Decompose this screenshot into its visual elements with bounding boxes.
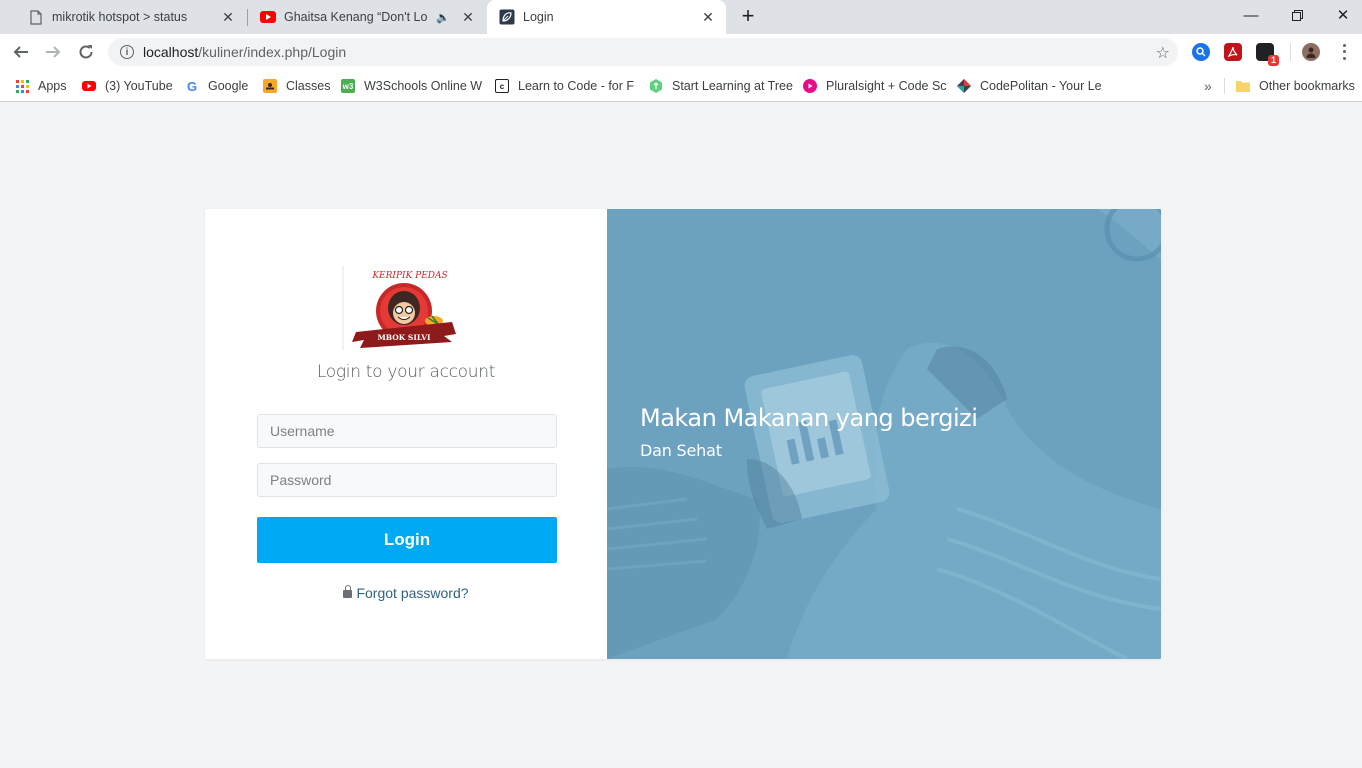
bookmark-label: Start Learning at Tree <box>672 79 793 93</box>
bookmark-label: Other bookmarks <box>1259 79 1355 93</box>
tab-title: Ghaitsa Kenang “Don't Look <box>284 10 429 24</box>
forgot-password-label: Forgot password? <box>356 585 469 601</box>
bookmark-w3schools[interactable]: w3 W3Schools Online W <box>341 77 482 95</box>
hero-background-image <box>607 209 1161 659</box>
document-icon <box>28 9 44 25</box>
bookmark-label: W3Schools Online W <box>364 79 483 93</box>
login-button[interactable]: Login <box>257 517 557 563</box>
bookmark-freecodecamp[interactable]: c Learn to Code - for F <box>495 77 634 95</box>
google-icon: G <box>186 78 198 94</box>
bookmark-google[interactable]: G Google <box>185 77 248 95</box>
bookmark-pluralsight[interactable]: Pluralsight + Code Sc <box>803 77 947 95</box>
bookmark-label: (3) YouTube <box>105 79 173 93</box>
lock-icon <box>343 585 353 598</box>
bookmark-youtube[interactable]: (3) YouTube <box>82 77 173 95</box>
tab-title: mikrotik hotspot > status <box>52 10 188 24</box>
codepolitan-icon <box>957 79 971 93</box>
back-arrow-icon <box>13 46 28 58</box>
bookmark-label: Pluralsight + Code Sc <box>826 79 947 93</box>
star-icon[interactable]: ☆ <box>1156 43 1170 63</box>
login-card: KERIPIK PEDAS MBOK SILVI Login to your a… <box>205 209 1161 659</box>
login-panel: KERIPIK PEDAS MBOK SILVI Login to your a… <box>205 209 607 659</box>
reload-button[interactable] <box>71 37 101 67</box>
forward-button[interactable] <box>38 37 68 67</box>
pluralsight-icon <box>803 79 817 93</box>
close-icon[interactable]: ✕ <box>700 9 716 25</box>
url-text: localhost/kuliner/index.php/Login <box>143 44 347 60</box>
hero-title: Makan Makanan yang bergizi <box>640 404 978 432</box>
bookmark-other[interactable]: Other bookmarks <box>1236 77 1355 95</box>
login-heading: Login to your account <box>316 362 496 382</box>
toolbar: i localhost/kuliner/index.php/Login ☆ 1 <box>0 34 1362 70</box>
bookmark-label: Learn to Code - for F <box>518 79 635 93</box>
close-icon[interactable]: ✕ <box>460 9 476 25</box>
tab-strip: mikrotik hotspot > status ✕ Ghaitsa Kena… <box>0 0 1362 34</box>
hero-subtitle: Dan Sehat <box>640 441 722 460</box>
classes-icon <box>263 79 277 93</box>
folder-icon <box>1236 79 1250 93</box>
minimize-button[interactable]: — <box>1228 0 1274 30</box>
tab-youtube[interactable]: Ghaitsa Kenang “Don't Look 🔈 ✕ <box>240 0 486 34</box>
treehouse-icon <box>649 79 663 93</box>
bookmarks-divider <box>1224 78 1225 94</box>
bookmarks-overflow-button[interactable]: » <box>1204 77 1212 95</box>
youtube-icon <box>260 9 276 25</box>
password-input[interactable] <box>257 463 557 497</box>
w3schools-icon: w3 <box>341 79 355 93</box>
search-extension-icon[interactable] <box>1192 43 1210 61</box>
codecademy-icon: c <box>495 79 509 93</box>
forward-arrow-icon <box>46 46 61 58</box>
page-body: KERIPIK PEDAS MBOK SILVI Login to your a… <box>0 102 1362 768</box>
bookmark-treehouse[interactable]: Start Learning at Tree <box>649 77 793 95</box>
brand-logo: KERIPIK PEDAS MBOK SILVI <box>342 264 464 350</box>
bookmark-label: Apps <box>38 79 67 93</box>
tab-title: Login <box>523 10 554 24</box>
address-bar[interactable]: i localhost/kuliner/index.php/Login ☆ <box>108 38 1178 66</box>
close-window-button[interactable]: ✕ <box>1320 0 1362 30</box>
close-icon[interactable]: ✕ <box>220 9 236 25</box>
logo-text-bottom: MBOK SILVI <box>377 333 431 342</box>
menu-kebab-icon[interactable] <box>1338 42 1350 62</box>
new-tab-button[interactable]: + <box>734 4 762 30</box>
notification-extension-icon[interactable]: 1 <box>1256 43 1279 66</box>
restore-button[interactable] <box>1274 0 1320 30</box>
info-icon[interactable]: i <box>120 45 134 59</box>
extension-badge: 1 <box>1267 55 1279 66</box>
bookmark-classes[interactable]: Classes <box>263 77 330 95</box>
hero-panel: Makan Makanan yang bergizi Dan Sehat <box>607 209 1161 659</box>
back-button[interactable] <box>6 37 36 67</box>
profile-avatar[interactable] <box>1302 43 1320 61</box>
bookmark-label: Google <box>208 79 249 93</box>
tab-login[interactable]: Login ✕ <box>487 0 726 34</box>
tab-mikrotik[interactable]: mikrotik hotspot > status ✕ <box>8 0 246 34</box>
apps-grid-icon <box>15 79 29 93</box>
reload-icon <box>79 45 93 59</box>
bookmark-label: CodePolitan - Your Le <box>980 79 1102 93</box>
speaker-icon[interactable]: 🔈 <box>436 11 450 24</box>
restore-icon <box>1291 9 1303 21</box>
pdf-extension-icon[interactable] <box>1224 43 1242 61</box>
youtube-icon <box>82 79 96 93</box>
bookmark-codepolitan[interactable]: CodePolitan - Your Le <box>957 77 1102 95</box>
forgot-password-link[interactable]: Forgot password? <box>205 585 607 601</box>
bookmark-label: Classes <box>286 79 331 93</box>
toolbar-divider <box>1290 43 1291 61</box>
logo-text-top: KERIPIK PEDAS <box>371 271 447 281</box>
bookmarks-bar: Apps (3) YouTube G Google Classes w3 W3S… <box>0 70 1362 102</box>
leaf-icon <box>499 9 515 25</box>
username-input[interactable] <box>257 414 557 448</box>
bookmark-apps[interactable]: Apps <box>15 77 67 95</box>
